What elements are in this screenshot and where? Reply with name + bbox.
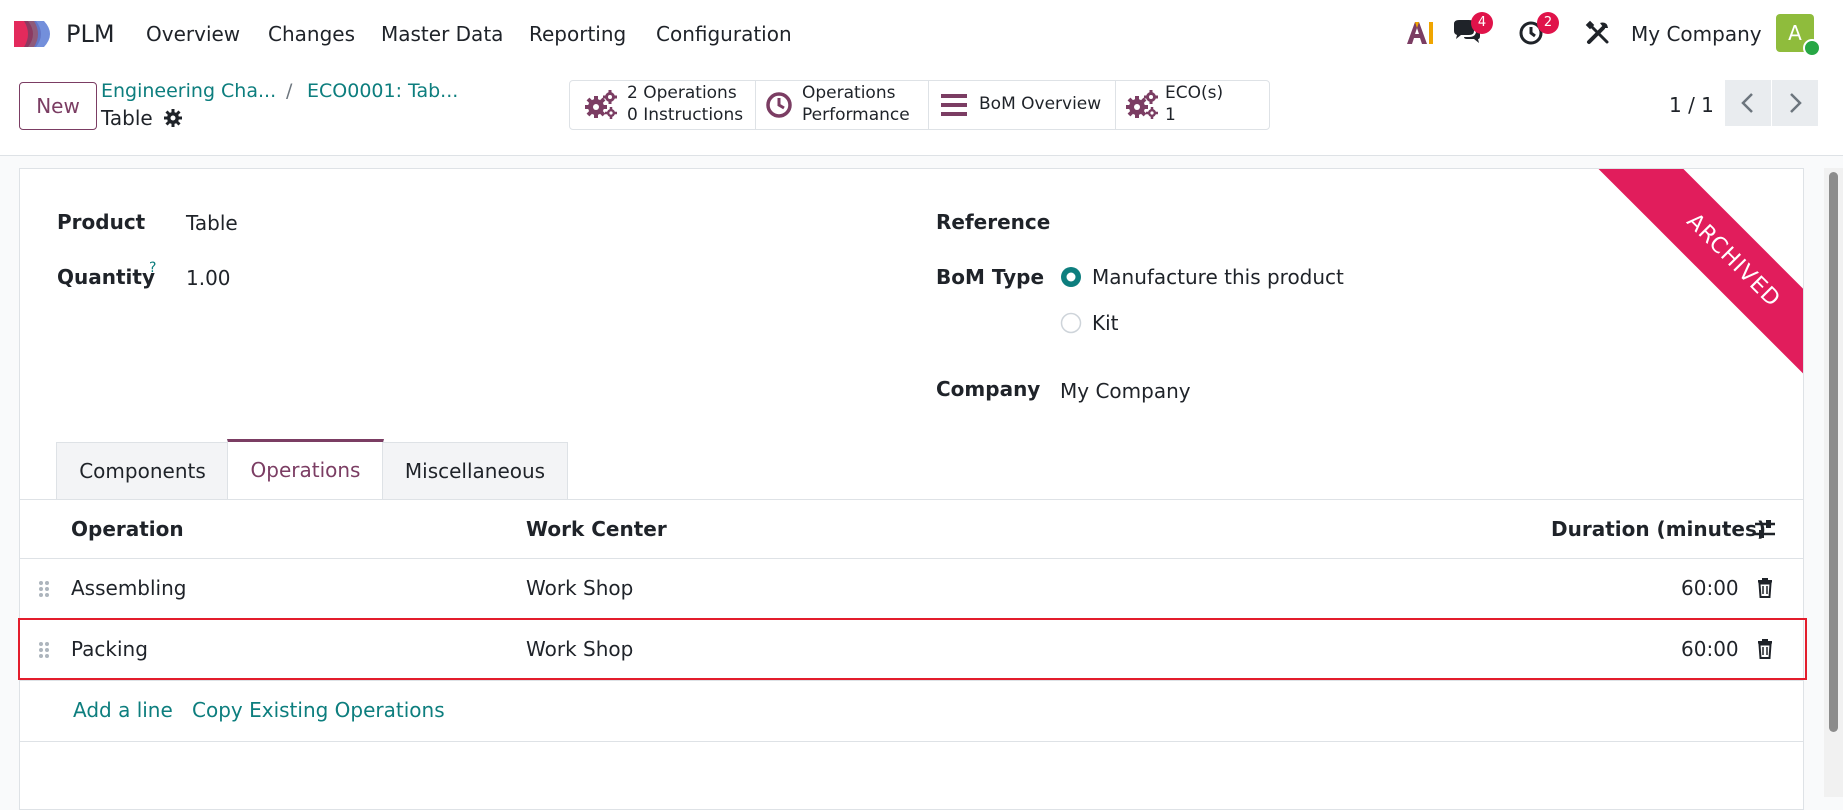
clock-icon — [766, 92, 792, 118]
operations-performance-button[interactable]: Operations Performance — [755, 81, 929, 129]
bom-overview-button[interactable]: BoM Overview — [928, 81, 1116, 129]
copy-existing-operations-link[interactable]: Copy Existing Operations — [192, 698, 445, 722]
tab-operations[interactable]: Operations — [227, 439, 384, 499]
company-switcher[interactable]: My Company — [1631, 22, 1762, 46]
column-operation[interactable]: Operation — [71, 517, 184, 541]
company-field[interactable]: My Company — [1060, 379, 1191, 403]
messages-badge: 4 — [1471, 12, 1493, 34]
activities-clock-icon[interactable]: 2 — [1519, 12, 1559, 46]
product-label: Product — [57, 210, 146, 234]
menu-overview[interactable]: Overview — [146, 22, 240, 46]
bom-type-manufacture-label[interactable]: Manufacture this product — [1092, 265, 1344, 289]
operation-name[interactable]: Packing — [71, 637, 148, 661]
eco-label: ECO(s) — [1165, 83, 1224, 103]
menu-master-data[interactable]: Master Data — [381, 22, 503, 46]
breadcrumb-engineering-changes[interactable]: Engineering Cha... — [101, 80, 276, 102]
performance-label-line1: Operations — [802, 83, 896, 103]
bom-overview-label: BoM Overview — [979, 94, 1102, 114]
pager-previous-button[interactable] — [1725, 80, 1771, 126]
quantity-label: Quantity — [57, 265, 155, 289]
trash-icon[interactable] — [1757, 639, 1773, 659]
tab-miscellaneous[interactable]: Miscellaneous — [382, 442, 568, 499]
pager-value[interactable]: 1 / 1 — [1669, 93, 1714, 117]
menu-reporting[interactable]: Reporting — [529, 22, 626, 46]
eco-button[interactable]: ECO(s) 1 — [1115, 81, 1269, 129]
instructions-label: Instructions — [643, 105, 744, 125]
column-work-center[interactable]: Work Center — [526, 517, 667, 541]
operations-label: Operations — [643, 83, 737, 103]
add-line-row: Add a line Copy Existing Operations — [20, 681, 1803, 742]
table-row[interactable]: Packing Work Shop 60:00 — [20, 620, 1803, 681]
chevron-right-icon — [1790, 93, 1802, 113]
optional-columns-icon[interactable] — [1753, 517, 1777, 541]
table-row[interactable]: Assembling Work Shop 60:00 — [20, 559, 1803, 620]
plm-app-logo-icon[interactable] — [14, 19, 56, 49]
duration[interactable]: 60:00 — [1681, 576, 1739, 600]
add-a-line-link[interactable]: Add a line — [73, 698, 173, 722]
bars-icon — [941, 94, 967, 116]
chevron-left-icon — [1741, 93, 1753, 113]
work-center[interactable]: Work Shop — [526, 637, 633, 661]
tools-icon[interactable] — [1585, 20, 1611, 46]
menu-changes[interactable]: Changes — [268, 22, 355, 46]
form-sheet: ARCHIVED Product Table Quantity ? 1.00 R… — [19, 168, 1804, 810]
drag-handle-icon[interactable] — [38, 641, 50, 659]
operation-name[interactable]: Assembling — [71, 576, 187, 600]
duration[interactable]: 60:00 — [1681, 637, 1739, 661]
gear-icon[interactable] — [163, 108, 183, 128]
column-duration[interactable]: Duration (minutes) — [1551, 517, 1766, 541]
performance-label-line2: Performance — [802, 105, 910, 125]
app-name[interactable]: PLM — [66, 20, 115, 48]
instructions-count: 0 — [627, 105, 638, 125]
table-header: Operation Work Center Duration (minutes) — [20, 500, 1803, 559]
record-title: Table — [101, 106, 153, 130]
quantity-field[interactable]: 1.00 — [186, 266, 231, 290]
breadcrumb-eco[interactable]: ECO0001: Tab... — [307, 80, 458, 102]
ai-icon[interactable] — [1405, 20, 1435, 46]
activities-badge: 2 — [1537, 12, 1559, 34]
messages-icon[interactable]: 4 — [1452, 12, 1493, 46]
quantity-help-icon[interactable]: ? — [149, 260, 156, 276]
top-navbar: PLM Overview Changes Master Data Reporti… — [0, 0, 1843, 66]
cogs-icon — [1126, 90, 1158, 119]
new-button[interactable]: New — [19, 82, 97, 130]
operations-instructions-button[interactable]: 2 Operations 0 Instructions — [570, 81, 756, 129]
tab-components[interactable]: Components — [56, 442, 229, 499]
bom-type-label: BoM Type — [936, 265, 1045, 289]
work-center[interactable]: Work Shop — [526, 576, 633, 600]
bom-type-manufacture-radio[interactable] — [1060, 266, 1082, 288]
scrollbar-thumb[interactable] — [1829, 172, 1838, 732]
breadcrumb-separator: / — [286, 80, 293, 102]
menu-configuration[interactable]: Configuration — [656, 22, 792, 46]
bom-type-kit-radio[interactable] — [1060, 312, 1082, 334]
eco-count: 1 — [1165, 105, 1176, 125]
archived-ribbon: ARCHIVED — [1583, 169, 1803, 389]
company-label: Company — [936, 377, 1041, 401]
product-field[interactable]: Table — [186, 211, 238, 235]
trash-icon[interactable] — [1757, 578, 1773, 598]
reference-field[interactable] — [1060, 205, 1500, 237]
reference-label: Reference — [936, 210, 1051, 234]
bom-type-kit-label[interactable]: Kit — [1092, 311, 1119, 335]
online-status-dot — [1803, 39, 1821, 57]
cogs-icon — [585, 90, 617, 119]
pager-next-button[interactable] — [1772, 80, 1818, 126]
smart-buttons: 2 Operations 0 Instructions Operations P… — [569, 80, 1270, 130]
drag-handle-icon[interactable] — [38, 580, 50, 598]
operations-count: 2 — [627, 83, 638, 103]
archived-ribbon-label: ARCHIVED — [1598, 169, 1803, 389]
